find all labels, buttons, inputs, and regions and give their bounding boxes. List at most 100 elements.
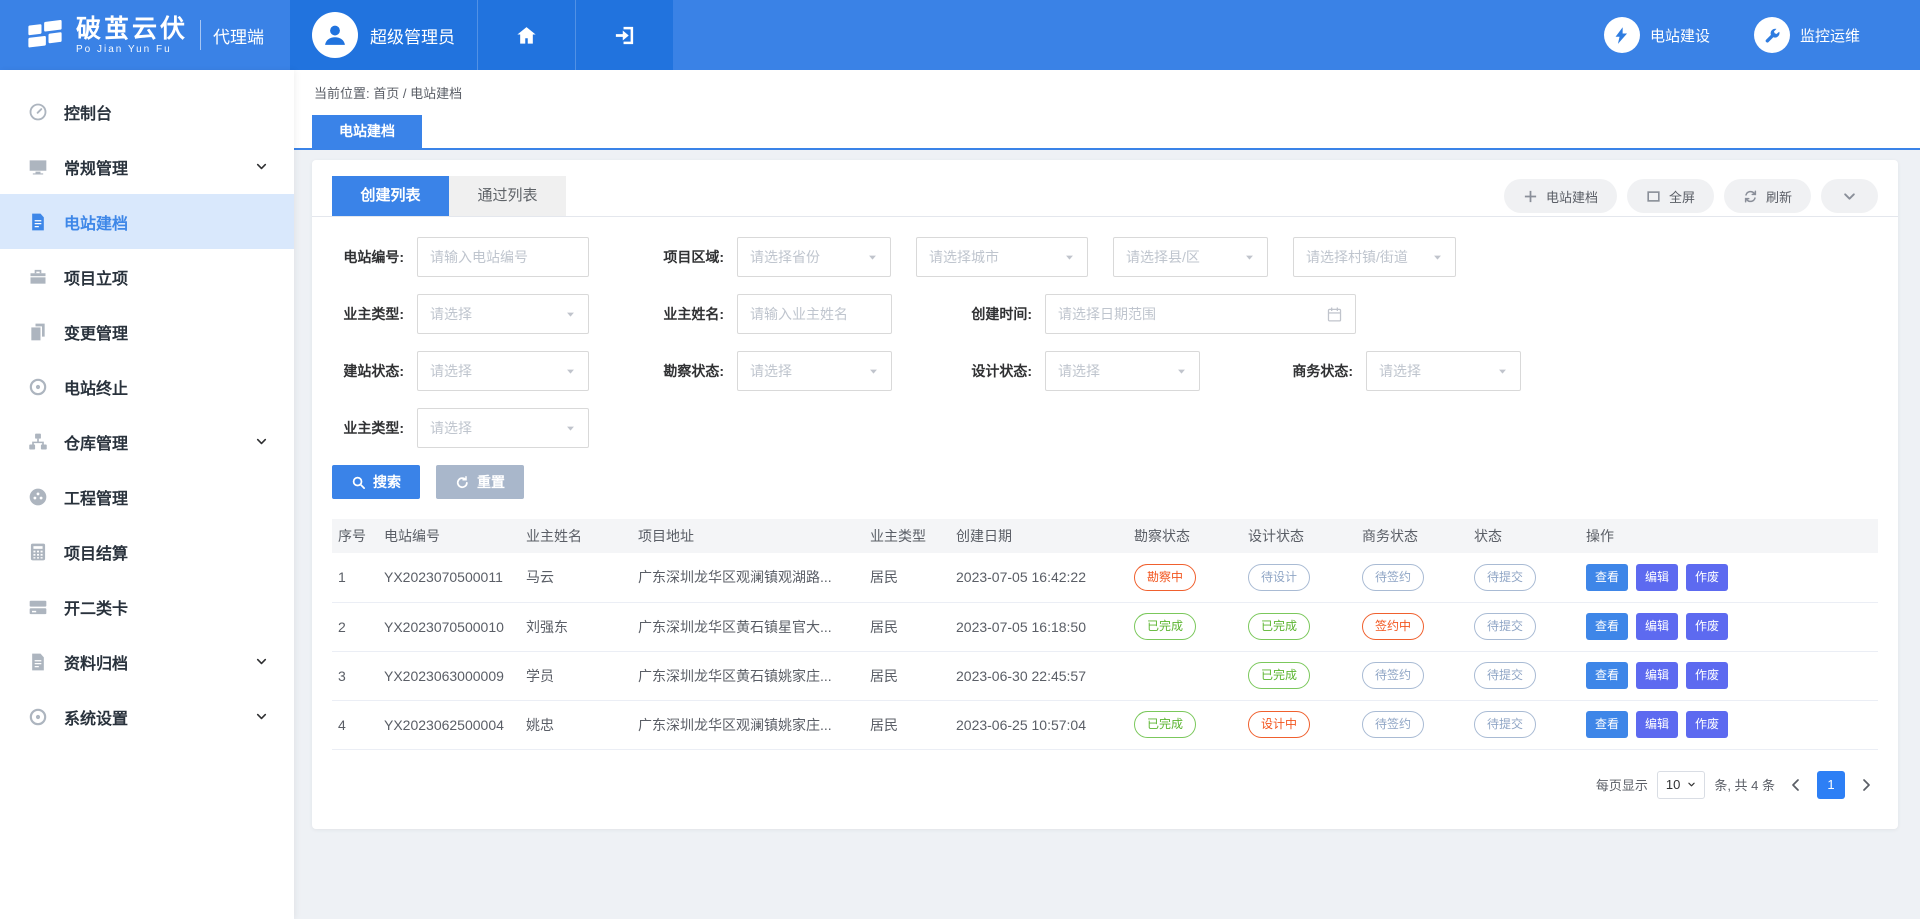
- edit-button[interactable]: 编辑: [1636, 662, 1678, 689]
- edit-button[interactable]: 编辑: [1636, 564, 1678, 591]
- owner-type-select[interactable]: 请选择: [417, 294, 589, 334]
- briefcase-icon: [28, 267, 48, 287]
- owner-name-field[interactable]: [750, 306, 879, 322]
- business-status-select[interactable]: 请选择: [1366, 351, 1521, 391]
- sidebar-item-system-settings[interactable]: 系统设置: [0, 689, 294, 744]
- page-number-1[interactable]: 1: [1817, 771, 1845, 799]
- filter-row: 业主类型:请选择业主姓名:创建时间:请选择日期范围: [324, 294, 1898, 334]
- sidebar-item-station-archive[interactable]: 电站建档: [0, 194, 294, 249]
- cell-created: 2023-07-05 16:18:50: [950, 602, 1128, 651]
- table-row: 2YX2023070500010刘强东广东深圳龙华区黄石镇星官大...居民202…: [332, 602, 1878, 651]
- main-layout: 控制台常规管理电站建档项目立项变更管理电站终止仓库管理工程管理项目结算开二类卡资…: [0, 70, 1920, 919]
- tab-passed-list[interactable]: 通过列表: [449, 176, 566, 216]
- build-status-select[interactable]: 请选择: [417, 351, 589, 391]
- total-label: 条, 共 4 条: [1714, 775, 1775, 794]
- placeholder-text: 请选择: [430, 361, 565, 381]
- next-page-button[interactable]: [1858, 777, 1874, 793]
- status-badge: 待提交: [1474, 613, 1536, 640]
- breadcrumb-path[interactable]: 首页 / 电站建档: [373, 86, 462, 101]
- sidebar-item-label: 电站建档: [64, 210, 268, 234]
- sidebar-item-console[interactable]: 控制台: [0, 84, 294, 139]
- shortcut-monitor-ops[interactable]: 监控运维: [1754, 17, 1860, 53]
- design-status-select[interactable]: 请选择: [1045, 351, 1200, 391]
- district-select[interactable]: 请选择县/区: [1113, 237, 1268, 277]
- void-button[interactable]: 作废: [1686, 613, 1728, 640]
- column-header: 项目地址: [632, 519, 864, 553]
- filter-row: 电站编号:项目区域:请选择省份请选择城市请选择县/区请选择村镇/街道: [324, 237, 1898, 277]
- doc-icon: [28, 212, 48, 232]
- placeholder-text: 请选择: [750, 361, 868, 381]
- filter-actions: 搜索 重置: [332, 465, 1898, 499]
- caret-down-icon: [1497, 366, 1508, 377]
- owner-type-2-select[interactable]: 请选择: [417, 408, 589, 448]
- logout-button[interactable]: [575, 0, 673, 70]
- page-tab-station-archive[interactable]: 电站建档: [312, 115, 422, 148]
- cell-status: 待提交: [1468, 651, 1580, 700]
- status-badge: 已完成: [1134, 613, 1196, 640]
- table-row: 4YX2023062500004姚忠广东深圳龙华区观澜镇姚家庄...居民2023…: [332, 700, 1878, 749]
- cell-owner-name: 刘强东: [520, 602, 632, 651]
- reset-button[interactable]: 重置: [436, 465, 524, 499]
- brand: 破茧云伏 Po Jian Yun Fu 代理端: [0, 0, 290, 70]
- per-page-select[interactable]: 10: [1657, 771, 1705, 799]
- placeholder-text: 请选择: [430, 304, 565, 324]
- province-select[interactable]: 请选择省份: [737, 237, 891, 277]
- tab-create-list[interactable]: 创建列表: [332, 176, 449, 216]
- survey-status-select[interactable]: 请选择: [737, 351, 892, 391]
- void-button[interactable]: 作废: [1686, 662, 1728, 689]
- user-name: 超级管理员: [370, 23, 455, 48]
- station-code-input[interactable]: [417, 237, 589, 277]
- cell-station-code: YX2023070500011: [378, 553, 520, 602]
- column-header: 设计状态: [1242, 519, 1356, 553]
- sidebar-item-engineering-management[interactable]: 工程管理: [0, 469, 294, 524]
- sidebar-item-change-management[interactable]: 变更管理: [0, 304, 294, 359]
- sidebar-item-project-settlement[interactable]: 项目结算: [0, 524, 294, 579]
- refresh-button[interactable]: 刷新: [1724, 179, 1811, 213]
- filter-label-business-status: 商务状态:: [1273, 361, 1353, 381]
- panel-toolbar: 电站建档全屏刷新: [1504, 179, 1878, 213]
- sidebar-item-project-approval[interactable]: 项目立项: [0, 249, 294, 304]
- logout-icon: [613, 24, 636, 47]
- dial-icon: [28, 487, 48, 507]
- sidebar-item-warehouse-management[interactable]: 仓库管理: [0, 414, 294, 469]
- column-header: 勘察状态: [1128, 519, 1242, 553]
- view-button[interactable]: 查看: [1586, 564, 1628, 591]
- more-button[interactable]: [1821, 179, 1878, 213]
- brand-subtitle: Po Jian Yun Fu: [76, 44, 188, 55]
- void-button[interactable]: 作废: [1686, 564, 1728, 591]
- avatar: [312, 12, 358, 58]
- placeholder-text: 请选择县/区: [1126, 247, 1244, 267]
- app-header: 破茧云伏 Po Jian Yun Fu 代理端 超级管理员 电站建设 监控运维: [0, 0, 1920, 70]
- view-button[interactable]: 查看: [1586, 662, 1628, 689]
- breadcrumb: 当前位置: 首页 / 电站建档: [294, 70, 1920, 115]
- view-button[interactable]: 查看: [1586, 711, 1628, 738]
- filter-label-owner-type: 业主类型:: [324, 304, 404, 324]
- station-code-field[interactable]: [430, 249, 576, 265]
- edit-button[interactable]: 编辑: [1636, 613, 1678, 640]
- prev-page-button[interactable]: [1788, 777, 1804, 793]
- sidebar-item-station-termination[interactable]: 电站终止: [0, 359, 294, 414]
- sidebar-item-label: 常规管理: [64, 155, 255, 179]
- fullscreen-button[interactable]: 全屏: [1627, 179, 1714, 213]
- search-button[interactable]: 搜索: [332, 465, 420, 499]
- cell-actions: 查看编辑作废: [1580, 700, 1878, 749]
- void-button[interactable]: 作废: [1686, 711, 1728, 738]
- create-time-daterange[interactable]: 请选择日期范围: [1045, 294, 1356, 334]
- card-icon: [28, 597, 48, 617]
- home-button[interactable]: [477, 0, 575, 70]
- sidebar-item-general-management[interactable]: 常规管理: [0, 139, 294, 194]
- edit-button[interactable]: 编辑: [1636, 711, 1678, 738]
- sidebar-item-label: 电站终止: [64, 375, 268, 399]
- sidebar-item-second-class-card[interactable]: 开二类卡: [0, 579, 294, 634]
- city-select[interactable]: 请选择城市: [916, 237, 1088, 277]
- owner-name-input[interactable]: [737, 294, 892, 334]
- add-station-button[interactable]: 电站建档: [1504, 179, 1617, 213]
- shortcut-station-build[interactable]: 电站建设: [1604, 17, 1710, 53]
- town-select[interactable]: 请选择村镇/街道: [1293, 237, 1456, 277]
- view-button[interactable]: 查看: [1586, 613, 1628, 640]
- cell-owner-name: 马云: [520, 553, 632, 602]
- cell-owner-type: 居民: [864, 602, 950, 651]
- user-menu[interactable]: 超级管理员: [290, 0, 477, 70]
- sidebar-item-data-archive[interactable]: 资料归档: [0, 634, 294, 689]
- chevron-down-icon: [255, 655, 268, 668]
